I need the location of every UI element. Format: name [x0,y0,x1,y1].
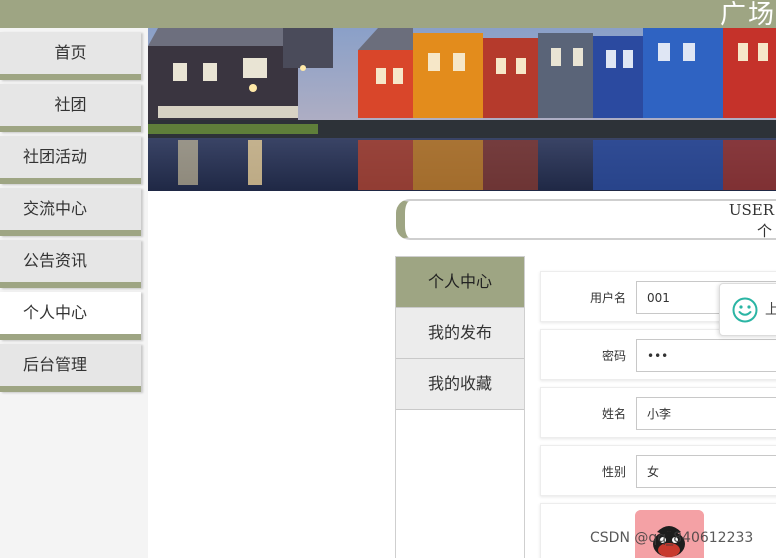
smile-icon [732,297,758,323]
user-center-title-en: USER [728,201,774,219]
menu-item-home[interactable]: 首页 [0,32,141,80]
gender-select[interactable] [636,455,776,488]
menu-item-club-activities[interactable]: 社团活动 [0,136,141,184]
username-label: 用户名 [589,291,626,305]
banner-image [148,28,776,191]
menu-item-club[interactable]: 社团 [0,84,141,132]
password-label: 密码 [601,349,626,363]
user-center-title-cn: 个 [756,222,772,240]
name-input[interactable] [636,397,776,430]
menu-item-admin[interactable]: 后台管理 [0,344,141,392]
feedback-popup[interactable]: 上 [719,283,776,336]
top-header-bar: 广场 [0,0,776,30]
menu-item-exchange-center[interactable]: 交流中心 [0,188,141,236]
menu-item-personal-center[interactable]: 个人中心 [0,292,141,340]
name-label: 姓名 [601,407,626,421]
user-center-heading: USER 个 [396,199,776,240]
popup-text: 上 [765,302,776,318]
tab-my-posts[interactable]: 我的发布 [396,308,524,359]
watermark-text: CSDN @qq_840612233 [590,530,754,546]
password-row: 密码 [540,329,776,380]
gender-label: 性别 [601,465,626,479]
tab-my-favorites[interactable]: 我的收藏 [396,359,524,410]
name-row: 姓名 [540,387,776,438]
menu-item-announcements[interactable]: 公告资讯 [0,240,141,288]
password-input[interactable] [636,339,776,372]
tab-personal-center[interactable]: 个人中心 [396,257,524,308]
gender-row: 性别 [540,445,776,496]
side-menu: 首页 社团 社团活动 交流中心 公告资讯 个人中心 后台管理 [0,28,148,558]
user-center-tabs: 个人中心 我的发布 我的收藏 [395,256,525,558]
site-title: 广场 [719,0,776,30]
